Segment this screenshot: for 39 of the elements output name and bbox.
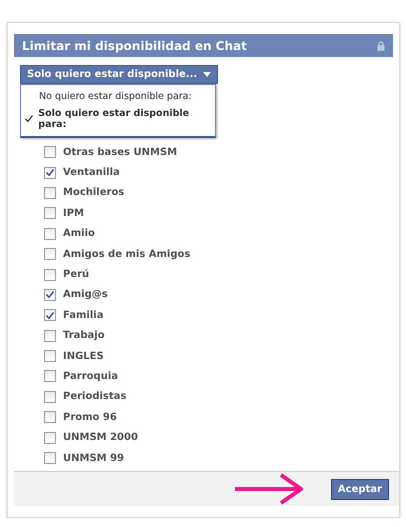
checkbox[interactable] xyxy=(44,432,56,444)
checkbox[interactable] xyxy=(44,248,56,260)
list-label: Amiio xyxy=(63,228,95,240)
list-label: Ventanilla xyxy=(63,167,120,178)
list-label: INGLES xyxy=(63,350,104,362)
caret-icon xyxy=(203,72,212,77)
checkbox[interactable] xyxy=(44,411,56,424)
checkbox[interactable] xyxy=(44,390,56,403)
list-label: Amigos de mis Amigos xyxy=(63,248,190,260)
checkbox[interactable] xyxy=(44,330,56,342)
checkbox[interactable] xyxy=(44,268,56,281)
checkbox[interactable] xyxy=(44,228,56,240)
dialog-title: Limitar mi disponibilidad en Chat xyxy=(22,38,247,52)
list-label: Parroquia xyxy=(63,370,118,382)
list-label: UNMSM 99 xyxy=(63,452,124,464)
checkbox[interactable] xyxy=(44,166,56,179)
list-label: Perú xyxy=(63,269,90,280)
list-label: UNMSM 2000 xyxy=(63,432,138,444)
list-label: Amig@s xyxy=(63,289,108,300)
check-icon xyxy=(25,114,33,122)
list-label: Trabajo xyxy=(63,330,105,342)
checkbox[interactable] xyxy=(44,146,56,158)
menu-item[interactable]: Solo quiero estar disponible para: xyxy=(21,105,215,133)
accept-button[interactable]: Aceptar xyxy=(330,478,389,500)
dropdown-button[interactable]: Solo quiero estar disponible... xyxy=(20,65,218,84)
checkbox[interactable] xyxy=(44,288,56,301)
checkbox[interactable] xyxy=(44,186,56,199)
list-label: Familia xyxy=(63,310,104,321)
list-label: Periodistas xyxy=(63,391,126,402)
menu-item[interactable]: No quiero estar disponible para: xyxy=(21,88,215,105)
list-label: Otras bases UNMSM xyxy=(63,146,178,158)
checkbox[interactable] xyxy=(44,452,56,464)
checkbox[interactable] xyxy=(44,350,56,362)
checkbox[interactable] xyxy=(44,207,56,220)
checkbox[interactable] xyxy=(44,309,56,322)
list-label: IPM xyxy=(63,208,84,219)
list-label: Mochileros xyxy=(63,187,124,198)
checkbox[interactable] xyxy=(44,370,56,382)
list-label: Promo 96 xyxy=(63,412,117,423)
